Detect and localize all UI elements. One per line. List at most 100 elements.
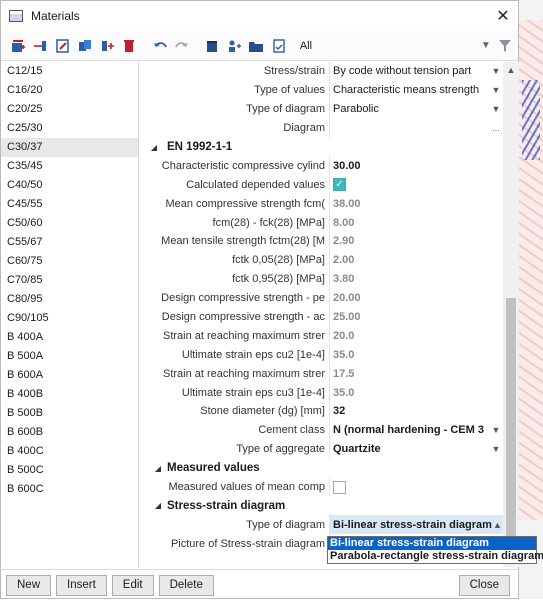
property-value[interactable]: ✓ <box>329 175 503 195</box>
property-value[interactable]: 20.00 <box>329 288 503 308</box>
property-row[interactable]: Stress/strain By code without tension par… <box>141 62 503 81</box>
property-row[interactable]: Type of diagram Parabolic ▼ <box>141 99 503 119</box>
property-value[interactable]: Bi-linear stress-strain diagram ▲ <box>329 515 503 535</box>
property-value[interactable]: 17.5 <box>329 364 503 384</box>
list-item[interactable]: B 600B <box>1 423 138 442</box>
chevron-up-icon[interactable]: ▲ <box>492 520 503 530</box>
list-item[interactable]: C30/37 <box>1 138 138 157</box>
property-row[interactable]: Ultimate strain eps cu2 [1e-4] 35.0 <box>141 345 503 365</box>
list-item[interactable]: C40/50 <box>1 176 138 195</box>
edit-material-icon[interactable] <box>53 36 71 56</box>
list-item[interactable]: C35/45 <box>1 157 138 176</box>
list-item[interactable]: C45/55 <box>1 195 138 214</box>
delete-icon[interactable] <box>120 36 138 56</box>
section-header[interactable]: ◢ EN 1992-1-1 <box>141 137 503 157</box>
list-item[interactable]: C20/25 <box>1 100 138 119</box>
list-item[interactable]: B 600A <box>1 366 138 385</box>
collapse-icon[interactable]: ◢ <box>141 464 167 473</box>
filter-select[interactable]: All ▼ <box>300 40 496 52</box>
properties-scrollbar[interactable]: ▲ <box>503 62 519 567</box>
close-button[interactable]: Close <box>458 574 510 596</box>
property-value[interactable]: 32 <box>329 402 503 421</box>
list-item[interactable]: B 500A <box>1 347 138 366</box>
undo-icon[interactable] <box>150 36 168 56</box>
property-row[interactable]: fcm(28) - fck(28) [MPa] 8.00 <box>141 213 503 233</box>
dropdown-option[interactable]: Parabola-rectangle stress-strain diagram <box>328 550 543 563</box>
list-item[interactable]: C12/15 <box>1 62 138 81</box>
dropdown-option[interactable]: Bi-linear stress-strain diagram <box>328 537 536 550</box>
delete-button[interactable]: Delete <box>158 574 214 596</box>
list-item[interactable]: C60/75 <box>1 252 138 271</box>
new-button[interactable]: New <box>6 574 52 596</box>
property-value[interactable]: By code without tension part ▼ <box>329 62 503 81</box>
property-row[interactable]: Characteristic compressive cylind 30.00 <box>141 156 503 176</box>
property-value[interactable]: 20.0 <box>329 326 503 346</box>
list-item[interactable]: C25/30 <box>1 119 138 138</box>
property-row[interactable]: fctk 0,05(28) [MPa] 2.00 <box>141 250 503 270</box>
property-value[interactable]: 2.00 <box>329 250 503 270</box>
chevron-down-icon[interactable]: ▼ <box>489 444 503 454</box>
property-value[interactable]: Quartzite ▼ <box>329 439 503 459</box>
chevron-down-icon[interactable]: ▼ <box>489 425 503 435</box>
chevron-down-icon[interactable]: ▼ <box>489 104 503 114</box>
property-row[interactable]: Type of values Characteristic means stren… <box>141 80 503 100</box>
more-button[interactable]: ... <box>489 123 503 133</box>
section-header[interactable]: ◢ Measured values <box>141 458 503 478</box>
redo-icon[interactable] <box>173 36 191 56</box>
property-row[interactable]: Measured values of mean comp <box>141 477 503 497</box>
close-window-icon[interactable]: ✕ <box>488 6 518 26</box>
list-item[interactable]: C55/67 <box>1 233 138 252</box>
library-icon[interactable] <box>203 36 221 56</box>
section-header[interactable]: ◢ Stress-strain diagram <box>141 496 503 516</box>
insert-button[interactable]: Insert <box>56 574 107 596</box>
import-material-icon[interactable] <box>98 36 116 56</box>
list-item[interactable]: B 400B <box>1 385 138 404</box>
list-item[interactable]: B 500C <box>1 461 138 480</box>
property-value[interactable]: 35.0 <box>329 345 503 365</box>
property-value[interactable]: 30.00 <box>329 156 503 176</box>
checkbox[interactable] <box>333 480 346 494</box>
property-value[interactable]: 3.80 <box>329 269 503 289</box>
property-row[interactable]: Stone diameter (dg) [mm] 32 <box>141 402 503 421</box>
collapse-icon[interactable]: ◢ <box>141 143 167 152</box>
list-item[interactable]: C70/85 <box>1 271 138 290</box>
scrollbar-thumb[interactable] <box>506 298 516 563</box>
checkbox[interactable]: ✓ <box>333 178 346 192</box>
property-value[interactable]: ... <box>329 118 503 138</box>
list-item[interactable]: C90/105 <box>1 309 138 328</box>
filter-icon[interactable] <box>496 36 514 56</box>
property-value[interactable]: Parabolic ▼ <box>329 99 503 119</box>
property-value[interactable]: 38.00 <box>329 194 503 214</box>
property-row[interactable]: Strain at reaching maximum strer 17.5 <box>141 364 503 384</box>
property-value[interactable]: 35.0 <box>329 383 503 403</box>
users-icon[interactable] <box>225 36 243 56</box>
property-value[interactable]: N (normal hardening - CEM 3 ▼ <box>329 420 503 440</box>
property-value[interactable]: 8.00 <box>329 213 503 233</box>
property-value[interactable] <box>329 477 503 497</box>
list-item[interactable]: B 400C <box>1 442 138 461</box>
property-row[interactable]: Design compressive strength - ac 25.00 <box>141 307 503 327</box>
property-row[interactable]: Cement class N (normal hardening - CEM 3 ▼ <box>141 420 503 440</box>
property-row[interactable]: Type of aggregate Quartzite ▼ <box>141 439 503 459</box>
chevron-down-icon[interactable]: ▼ <box>489 85 503 95</box>
property-row[interactable]: Diagram... <box>141 118 503 138</box>
chevron-down-icon[interactable]: ▼ <box>489 66 503 76</box>
property-row[interactable]: Calculated depended values ✓ <box>141 175 503 195</box>
property-row[interactable]: Ultimate strain eps cu3 [1e-4] 35.0 <box>141 383 503 403</box>
list-item[interactable]: B 400A <box>1 328 138 347</box>
list-item[interactable]: C16/20 <box>1 81 138 100</box>
insert-material-icon[interactable] <box>31 36 49 56</box>
list-item[interactable]: B 600C <box>1 480 138 499</box>
property-row[interactable]: fctk 0,95(28) [MPa] 3.80 <box>141 269 503 289</box>
collapse-icon[interactable]: ◢ <box>141 501 167 510</box>
property-row[interactable]: Design compressive strength - pe 20.00 <box>141 288 503 308</box>
new-material-icon[interactable] <box>9 36 27 56</box>
property-value[interactable]: 25.00 <box>329 307 503 327</box>
document-check-icon[interactable] <box>270 36 288 56</box>
copy-material-icon[interactable] <box>76 36 94 56</box>
list-item[interactable]: B 500B <box>1 404 138 423</box>
property-value[interactable]: 2.90 <box>329 232 503 251</box>
property-row[interactable]: Mean tensile strength fctm(28) [M 2.90 <box>141 232 503 251</box>
property-row[interactable]: Strain at reaching maximum strer 20.0 <box>141 326 503 346</box>
property-row[interactable]: Mean compressive strength fcm(38.00 <box>141 194 503 214</box>
